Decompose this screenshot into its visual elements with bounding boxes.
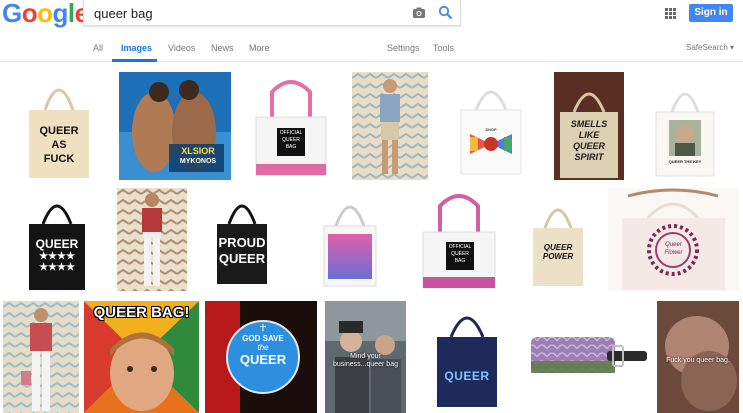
safesearch-dropdown[interactable]: SafeSearch ▾ <box>686 42 734 54</box>
logo-letter: o <box>21 0 38 28</box>
image-result-xlsior-mykonos[interactable]: XLSIOR MYKONOS <box>119 72 231 180</box>
image-result-mind-your-business[interactable]: Mind your business...queer bag <box>325 301 406 413</box>
image-result-gradient-tote[interactable] <box>322 188 378 291</box>
image-result-black-queer-stars-tote[interactable]: QUEER ★★★★ ★★★★ <box>27 188 87 291</box>
bag-label-text: OFFICIAL QUEER BAG <box>279 130 303 150</box>
tote-text: SMELLS LIKE QUEER SPIRIT <box>570 119 608 162</box>
logo-letter: g <box>52 0 69 28</box>
image-result-man-striped-shirt[interactable] <box>117 188 187 291</box>
tote-text: SHOP <box>485 127 497 132</box>
tab-more[interactable]: More <box>249 42 270 54</box>
meme-caption: QUEER BAG! <box>93 304 190 321</box>
search-input[interactable] <box>94 4 394 22</box>
tote-bag-image <box>608 188 739 291</box>
image-result-tote-queer-as-fuck[interactable]: QUEER AS FUCK <box>25 72 93 180</box>
apps-grid-icon[interactable] <box>665 8 676 19</box>
camera-icon[interactable] <box>412 6 426 20</box>
tote-bag-image <box>422 194 496 289</box>
luggage-tag-image <box>531 337 647 373</box>
sign-in-button[interactable]: Sign in <box>689 4 733 22</box>
image-result-rainbow-tote[interactable]: SHOP <box>458 72 524 180</box>
tab-all[interactable]: All <box>93 42 103 54</box>
image-result-smells-like-queer-spirit[interactable]: SMELLS LIKE QUEER SPIRIT <box>554 72 624 180</box>
logo-letter: o <box>37 0 53 28</box>
badge-text: GOD SAVE the QUEER <box>239 334 287 367</box>
search-box <box>83 0 461 26</box>
tab-settings[interactable]: Settings <box>387 42 420 54</box>
image-result-proud-queer-tote[interactable]: PROUD QUEER <box>215 188 269 291</box>
tote-bag-image <box>437 316 497 407</box>
google-logo[interactable]: Google <box>2 0 89 26</box>
photo-image <box>3 301 79 413</box>
logo-letter: l <box>67 0 75 28</box>
image-result-luggage-tag[interactable] <box>527 301 650 413</box>
search-header: Google Sign in All Images Videos News Mo… <box>0 0 743 62</box>
tote-text: QUEER AS FUCK <box>39 125 79 165</box>
tote-text: QUEER THE KEY <box>668 159 702 164</box>
tote-bag-image <box>460 90 522 175</box>
bag-label-text: OFFICIAL QUEER BAG <box>448 244 472 264</box>
active-tab-indicator <box>112 59 157 62</box>
photo-caption: Mind your business...queer bag <box>333 353 398 368</box>
tote-text: QUEER <box>444 369 490 383</box>
image-result-queer-the-key[interactable]: QUEER THE KEY <box>654 72 716 180</box>
svg-text:☥: ☥ <box>259 323 266 334</box>
image-result-man-chevron[interactable] <box>352 72 428 180</box>
tote-text: QUEER POWER <box>542 243 574 261</box>
photo-image <box>352 72 428 180</box>
tote-bag-image <box>255 80 327 176</box>
image-result-floral-queer-tote[interactable]: Queer Flower <box>608 188 739 291</box>
tab-tools[interactable]: Tools <box>433 42 454 54</box>
image-result-man-with-bag[interactable] <box>3 301 79 413</box>
image-result-queer-bag-meme[interactable]: QUEER BAG! <box>84 301 199 413</box>
search-tabs: All Images Videos News More Settings Too… <box>0 38 743 62</box>
search-icon[interactable] <box>438 5 453 20</box>
image-result-queer-power-tote[interactable]: QUEER POWER <box>530 188 586 291</box>
photo-image <box>117 188 187 291</box>
tote-text: Queer Flower <box>664 242 683 256</box>
tab-news[interactable]: News <box>211 42 234 54</box>
tab-videos[interactable]: Videos <box>168 42 195 54</box>
tab-images[interactable]: Images <box>121 42 152 54</box>
image-result-navy-queer-tote[interactable]: QUEER <box>433 301 501 413</box>
logo-letter: G <box>2 0 22 28</box>
photo-overlay-text: XLSIOR MYKONOS <box>179 146 217 166</box>
tote-bag-image <box>323 205 377 287</box>
image-result-god-save-the-queer[interactable]: ☥ GOD SAVE the QUEER <box>205 301 317 413</box>
tote-text: QUEER ★★★★ ★★★★ <box>35 237 79 273</box>
image-result-official-queer-bag-pink-2[interactable]: OFFICIAL QUEER BAG <box>418 188 500 291</box>
image-result-official-queer-bag-pink[interactable]: OFFICIAL QUEER BAG <box>250 72 332 180</box>
tote-text: PROUD QUEER <box>218 235 266 266</box>
image-result-fuck-you-queer-bag[interactable]: Fuck you queer bag. <box>657 301 739 413</box>
tote-bag-image <box>533 208 583 286</box>
photo-caption: Fuck you queer bag. <box>666 357 730 364</box>
